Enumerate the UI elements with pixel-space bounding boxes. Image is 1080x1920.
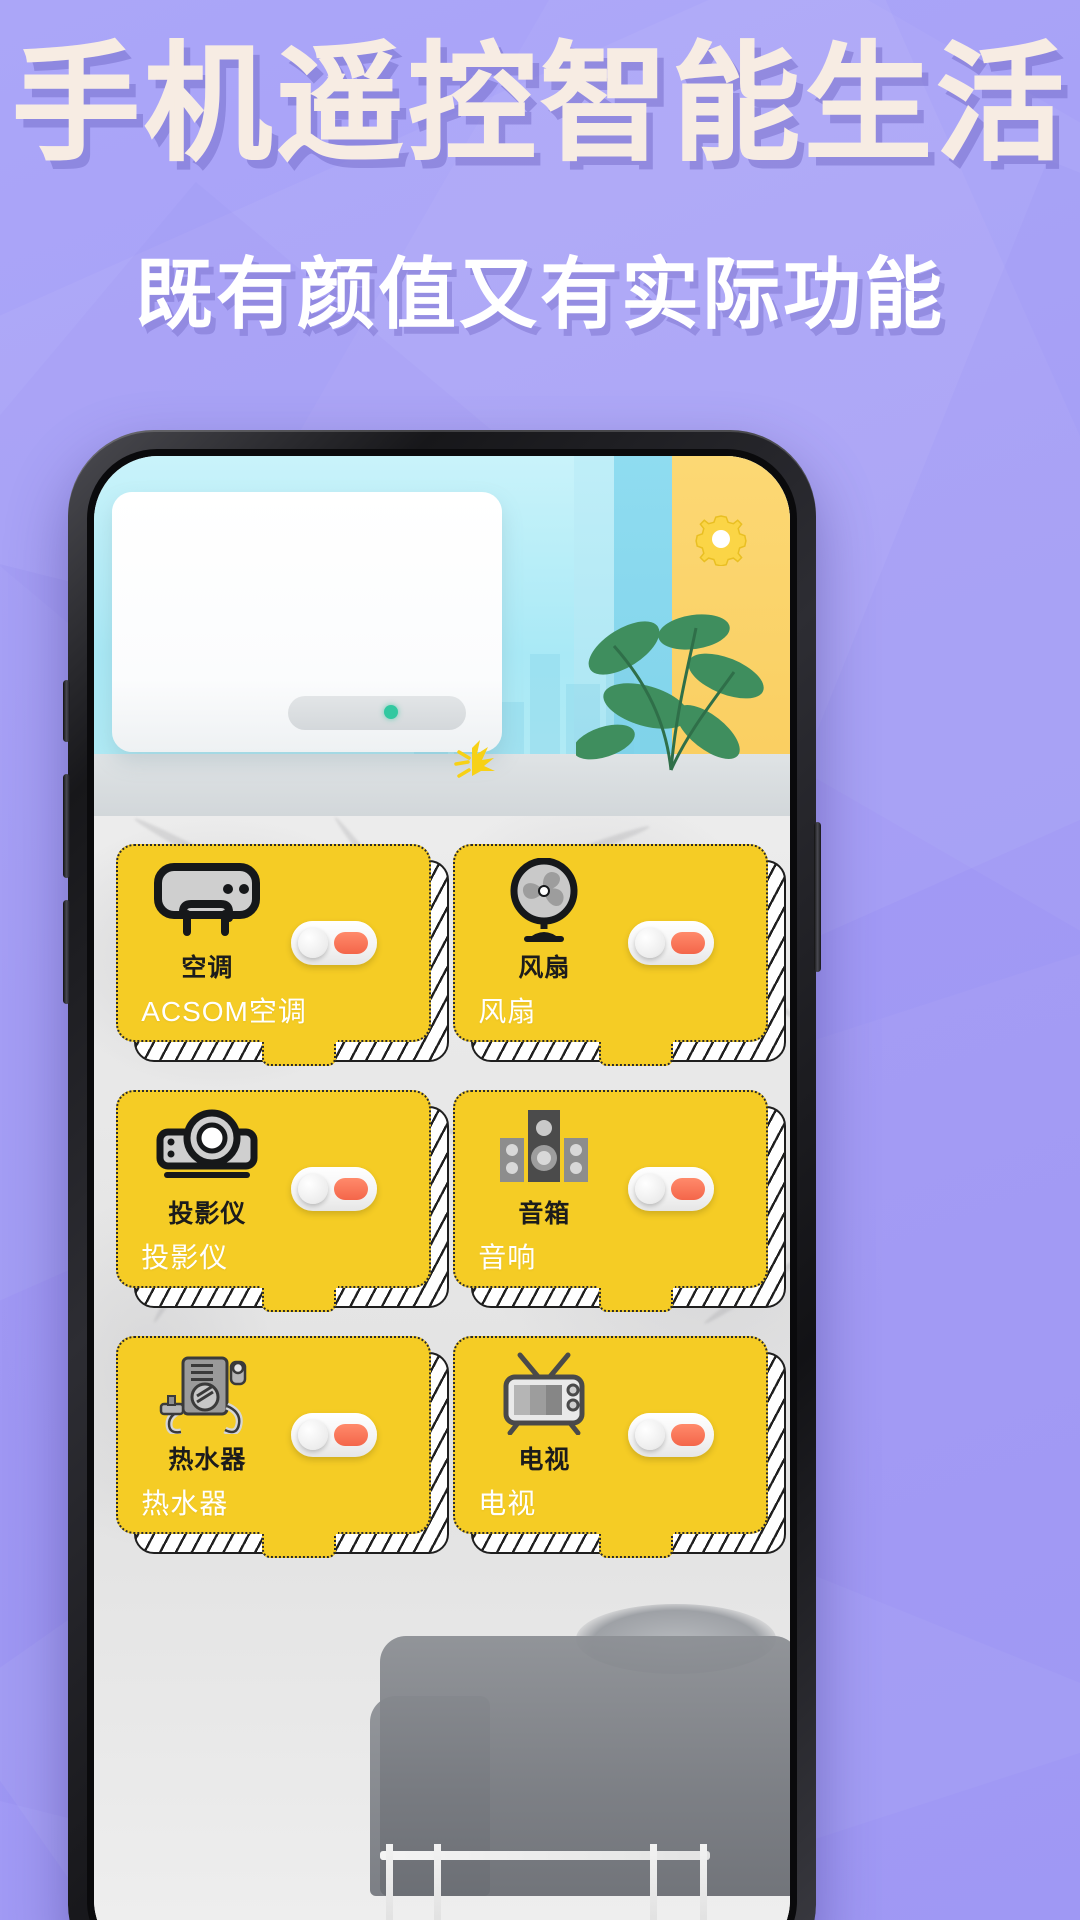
settings-gear-button[interactable]	[694, 512, 748, 566]
promo-subline: 既有颜值又有实际功能	[134, 250, 945, 338]
toggle-knob	[635, 1174, 666, 1204]
device-card-projector[interactable]: 投影仪 投影仪	[116, 1090, 449, 1312]
speaker-system-icon	[490, 1104, 598, 1188]
phone-button-volume-up[interactable]	[63, 774, 70, 878]
device-name-label: ACSOM空调	[141, 996, 307, 1027]
phone-screen: 空调 ACSOM空调 风扇 风扇 投影仪 投影仪 音箱 音响 热水器 热水器 电…	[94, 456, 790, 1920]
signal-spark-icon	[450, 738, 504, 790]
toggle-track-accent	[334, 1424, 369, 1446]
card-icon-label: 热水器	[168, 1446, 247, 1474]
card-icon-column: 热水器	[135, 1350, 280, 1476]
device-name-label: 热水器	[141, 1488, 229, 1519]
phone-button-volume-down[interactable]	[63, 900, 70, 1004]
card-bubble-notch	[259, 1526, 338, 1558]
card-icon-label: 风扇	[518, 954, 571, 982]
electric-fan-icon	[490, 858, 598, 942]
card-bubble-notch	[596, 1526, 675, 1558]
television-icon	[490, 1350, 598, 1435]
water-heater-icon	[153, 1350, 261, 1434]
card-icon-column: 风扇	[472, 858, 617, 984]
device-toggle[interactable]	[291, 1167, 378, 1211]
power-led-green	[384, 705, 398, 719]
device-card-fan[interactable]: 风扇 风扇	[453, 844, 786, 1066]
device-toggle[interactable]	[628, 921, 715, 965]
toggle-track-accent	[671, 1424, 706, 1446]
toggle-knob	[635, 928, 666, 958]
promo-headline: 手机遥控智能生活	[11, 33, 1068, 176]
card-bubble-notch	[596, 1034, 675, 1066]
device-card-grid: 空调 ACSOM空调 风扇 风扇 投影仪 投影仪 音箱 音响 热水器 热水器 电…	[94, 816, 790, 1920]
air-conditioner-illustration	[112, 492, 502, 752]
device-toggle[interactable]	[628, 1167, 715, 1211]
toggle-knob	[298, 1174, 329, 1204]
subline-container: 既有颜值又有实际功能	[0, 250, 1080, 338]
card-bubble-notch	[596, 1280, 675, 1312]
card-icon-label: 电视	[518, 1446, 571, 1474]
card-icon-label: 空调	[181, 954, 234, 982]
gear-icon	[695, 515, 747, 566]
toggle-track-accent	[671, 1178, 706, 1200]
device-name-label: 音响	[478, 1242, 537, 1273]
device-name-label: 投影仪	[141, 1242, 229, 1273]
card-icon-label: 投影仪	[168, 1200, 247, 1228]
device-card-speaker[interactable]: 音箱 音响	[453, 1090, 786, 1312]
device-toggle[interactable]	[291, 1413, 378, 1457]
toggle-knob	[298, 928, 329, 958]
ac-vent	[288, 696, 466, 730]
projector-icon	[153, 1104, 261, 1188]
phone-mockup: 空调 ACSOM空调 风扇 风扇 投影仪 投影仪 音箱 音响 热水器 热水器 电…	[63, 430, 821, 1920]
phone-button-power[interactable]	[814, 822, 821, 972]
device-card-air-conditioner[interactable]: 空调 ACSOM空调	[116, 844, 449, 1066]
toggle-knob	[635, 1420, 666, 1450]
card-icon-label: 音箱	[518, 1200, 571, 1228]
card-bubble-notch	[259, 1280, 338, 1312]
device-card-television[interactable]: 电视 电视	[453, 1336, 786, 1558]
plant-illustration	[576, 602, 766, 772]
toggle-track-accent	[671, 932, 706, 954]
card-icon-column: 电视	[472, 1350, 617, 1476]
card-icon-column: 投影仪	[135, 1104, 280, 1230]
toggle-knob	[298, 1420, 329, 1450]
device-name-label: 风扇	[478, 996, 537, 1027]
card-icon-column: 空调	[135, 858, 280, 984]
device-toggle[interactable]	[628, 1413, 715, 1457]
headline-container: 手机遥控智能生活	[0, 33, 1080, 176]
phone-bezel: 空调 ACSOM空调 风扇 风扇 投影仪 投影仪 音箱 音响 热水器 热水器 电…	[87, 449, 797, 1920]
device-name-label: 电视	[478, 1488, 537, 1519]
app-header-scene	[94, 456, 790, 816]
device-toggle[interactable]	[291, 921, 378, 965]
toggle-track-accent	[334, 932, 369, 954]
card-bubble-notch	[259, 1034, 338, 1066]
device-card-water-heater[interactable]: 热水器 热水器	[116, 1336, 449, 1558]
card-icon-column: 音箱	[472, 1104, 617, 1230]
air-conditioner-icon	[153, 858, 261, 942]
phone-button-mute[interactable]	[63, 680, 70, 742]
toggle-track-accent	[334, 1178, 369, 1200]
